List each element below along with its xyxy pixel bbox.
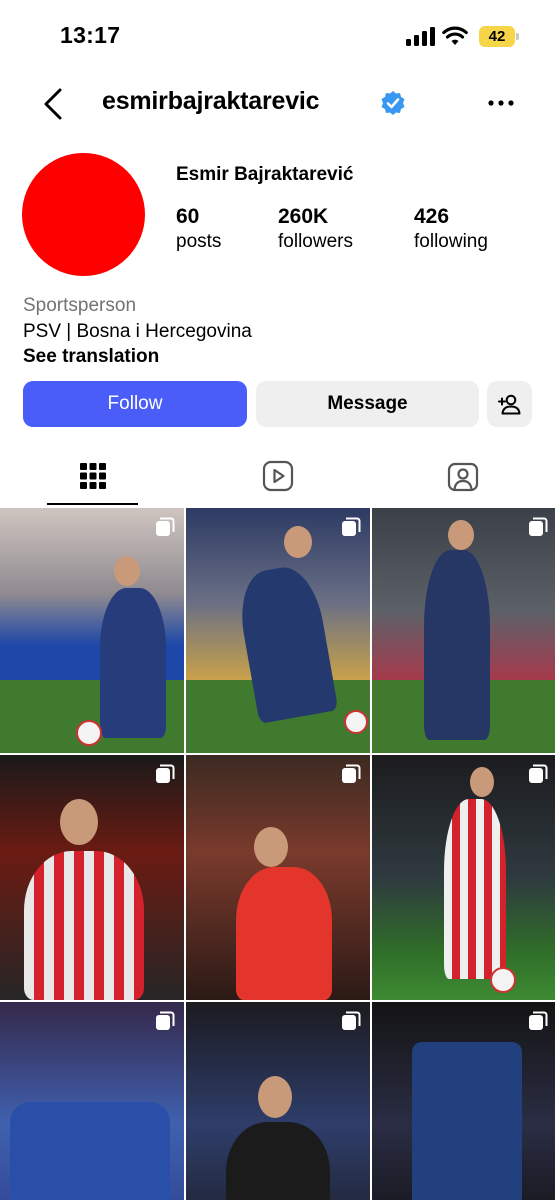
see-translation-link[interactable]: See translation: [23, 344, 252, 370]
followers-label: followers: [278, 231, 353, 252]
post-tile-6[interactable]: [372, 755, 555, 1000]
battery-tip: [516, 33, 519, 40]
player-head: [254, 827, 288, 867]
post-tile-8[interactable]: [186, 1002, 370, 1200]
player-figure: [444, 799, 506, 979]
ball: [344, 710, 368, 734]
post-tile-4[interactable]: [0, 755, 184, 1000]
player-figure: [24, 851, 144, 1000]
posts-count: 60: [176, 205, 200, 228]
tab-posts-grid[interactable]: [0, 446, 185, 506]
post-tile-9[interactable]: [372, 1002, 555, 1200]
player-figure: [412, 1042, 522, 1200]
profile-header: esmirbajraktarevic: [0, 76, 555, 132]
carousel-icon: [156, 764, 175, 783]
message-button[interactable]: Message: [256, 381, 479, 427]
carousel-icon: [529, 1011, 548, 1030]
stat-posts[interactable]: 60 posts: [176, 204, 221, 254]
carousel-icon: [156, 517, 175, 536]
suggested-users-button[interactable]: [487, 381, 532, 427]
cellular-signal-icon: [406, 27, 435, 46]
more-horizontal-icon[interactable]: [484, 88, 518, 118]
player-head: [448, 520, 474, 550]
profile-tabs: [0, 446, 555, 506]
carousel-icon: [529, 517, 548, 536]
chevron-left-icon[interactable]: [36, 84, 72, 124]
post-tile-5[interactable]: [186, 755, 370, 1000]
profile-username: esmirbajraktarevic: [102, 87, 320, 115]
posts-label: posts: [176, 231, 222, 252]
carousel-icon: [342, 517, 361, 536]
following-label: following: [414, 231, 488, 252]
player-head: [470, 767, 494, 797]
player-head: [60, 799, 98, 845]
profile-bio: Sportsperson PSV | Bosna i Hercegovina S…: [23, 293, 252, 370]
player-figure: [424, 550, 490, 740]
status-bar: 13:17 42: [0, 0, 555, 70]
stat-followers[interactable]: 260K followers: [278, 204, 353, 254]
selected-tab-indicator: [47, 503, 138, 505]
player-figure: [226, 1122, 330, 1200]
posts-grid: [0, 508, 555, 1200]
ball: [490, 967, 516, 993]
post-tile-1[interactable]: [0, 508, 184, 753]
profile-avatar[interactable]: [22, 153, 145, 276]
player-head: [258, 1076, 292, 1118]
following-count: 426: [414, 205, 450, 228]
follow-button[interactable]: Follow: [23, 381, 247, 427]
player-head: [114, 556, 140, 586]
stat-following[interactable]: 426 following: [414, 204, 488, 254]
profile-full-name: Esmir Bajraktarević: [176, 164, 354, 185]
carousel-icon: [342, 1011, 361, 1030]
player-figure: [236, 867, 332, 1000]
ball: [76, 720, 102, 746]
carousel-icon: [529, 764, 548, 783]
battery-indicator: 42: [479, 26, 515, 47]
carousel-icon: [156, 1011, 175, 1030]
bio-text: PSV | Bosna i Hercegovina: [23, 320, 252, 342]
tagged-icon: [447, 462, 478, 492]
carousel-icon: [342, 764, 361, 783]
status-time: 13:17: [60, 22, 121, 48]
player-figure: [100, 588, 166, 738]
profile-category: Sportsperson: [23, 295, 137, 316]
player-head: [284, 526, 312, 558]
tab-tagged[interactable]: [370, 446, 555, 506]
add-user-icon: [497, 394, 520, 415]
verified-badge-icon: [381, 91, 405, 115]
post-tile-7[interactable]: [0, 1002, 184, 1200]
reels-icon: [262, 460, 293, 492]
followers-count: 260K: [278, 205, 329, 228]
player-figure: [10, 1102, 170, 1200]
wifi-icon: [442, 26, 468, 45]
post-tile-3[interactable]: [372, 508, 555, 753]
grid-icon: [79, 463, 106, 489]
tab-reels[interactable]: [185, 446, 370, 506]
post-tile-2[interactable]: [186, 508, 370, 753]
